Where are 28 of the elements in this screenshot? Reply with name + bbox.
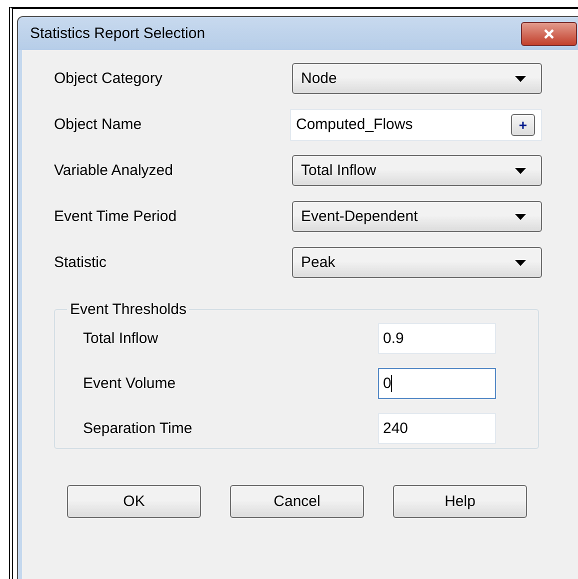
caret-icon <box>515 168 526 174</box>
add-button[interactable]: + <box>511 114 535 136</box>
field-label: Object Name <box>54 116 142 133</box>
field-label: Separation Time <box>83 420 192 437</box>
input-field[interactable]: 0.9 <box>378 323 496 354</box>
ok-button[interactable]: OK <box>67 485 201 518</box>
field-label: Event Time Period <box>54 208 177 225</box>
input-field[interactable]: 0 <box>378 368 496 399</box>
close-icon <box>542 28 556 38</box>
window-title: Statistics Report Selection <box>30 25 206 42</box>
caret-icon <box>515 76 526 82</box>
field-label: Event Volume <box>83 375 176 392</box>
caret-icon <box>515 260 526 266</box>
close-button[interactable] <box>521 22 577 46</box>
field-label: Total Inflow <box>83 330 158 347</box>
field-label: Object Category <box>54 70 162 87</box>
input-field[interactable]: 240 <box>378 413 496 444</box>
cancel-button[interactable]: Cancel <box>230 485 364 518</box>
dropdown[interactable]: Peak <box>292 247 542 278</box>
group-title: Event Thresholds <box>69 301 188 318</box>
input-field[interactable]: Computed_Flows + <box>290 108 542 140</box>
caret-icon <box>515 214 526 220</box>
dropdown[interactable]: Total Inflow <box>292 155 542 186</box>
dropdown[interactable]: Event-Dependent <box>292 201 542 232</box>
help-button[interactable]: Help <box>393 485 527 518</box>
field-label: Variable Analyzed <box>54 162 173 179</box>
dropdown[interactable]: Node <box>292 63 542 94</box>
field-label: Statistic <box>54 254 107 271</box>
